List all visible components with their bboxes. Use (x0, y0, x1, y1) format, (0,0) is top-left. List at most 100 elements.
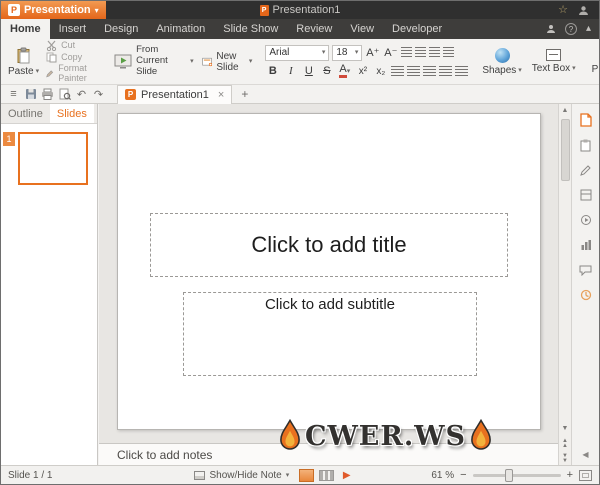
zoom-slider[interactable] (472, 468, 561, 482)
tab-outline[interactable]: Outline (1, 104, 50, 123)
document-tab[interactable]: P Presentation1 × (117, 84, 233, 104)
close-tab-icon[interactable]: × (218, 89, 224, 101)
normal-view-button[interactable] (299, 468, 315, 482)
font-size-select[interactable]: 18 ▾ (332, 44, 363, 61)
tab-outline-label: Outline (8, 107, 43, 120)
superscript-button[interactable]: x² (355, 64, 370, 79)
text-box-button[interactable]: Text Box ▾ (527, 41, 581, 82)
chevron-down-icon: ▾ (354, 49, 359, 56)
italic-button[interactable]: I (283, 64, 298, 79)
presentation-window: P Presentation ▾ P Presentation1 ☆ Home … (0, 0, 600, 485)
next-slide-button[interactable]: ▼ ▼ (559, 452, 571, 465)
fit-to-window-button[interactable] (579, 469, 592, 481)
shrink-font-button[interactable]: A⁻ (383, 45, 398, 60)
underline-button[interactable]: U (301, 64, 316, 79)
vertical-scrollbar[interactable]: ▲ ▼ ▲ ▲ ▼ ▼ (558, 104, 571, 465)
undo-button[interactable]: ↶ (73, 86, 90, 102)
collapse-ribbon-icon[interactable]: ▴ (586, 24, 591, 34)
tab-design[interactable]: Design (95, 19, 147, 39)
notes-pane[interactable]: Click to add notes (99, 443, 558, 465)
account-icon[interactable] (578, 5, 589, 16)
picture-button[interactable]: Picture (587, 41, 599, 82)
chevron-down-icon: ▾ (518, 66, 522, 74)
format-painter-button[interactable]: Format Painter (46, 62, 102, 84)
paste-icon (17, 47, 30, 63)
increase-indent-icon[interactable] (443, 47, 455, 58)
align-right-icon[interactable] (423, 65, 437, 77)
zoom-in-button[interactable]: + (567, 469, 573, 481)
help-icon[interactable]: ? (564, 23, 577, 35)
subscript-label: x₂ (376, 65, 386, 77)
cut-button[interactable]: Cut (46, 40, 102, 51)
previous-slide-button[interactable]: ▲ ▲ (559, 437, 571, 450)
align-left-icon[interactable] (391, 65, 405, 77)
subtitle-placeholder[interactable]: Click to add subtitle (183, 292, 477, 376)
subscript-button[interactable]: x₂ (373, 64, 388, 79)
slide-canvas[interactable]: Click to add title Click to add subtitle (117, 113, 541, 430)
chevron-down-icon: ▾ (190, 58, 194, 65)
tab-home[interactable]: Home (1, 19, 50, 39)
bold-button[interactable]: B (265, 64, 280, 79)
save-icon (25, 89, 36, 99)
new-slide-button[interactable]: New Slide ▾ (198, 41, 257, 82)
shapes-button[interactable]: Shapes ▾ (477, 41, 526, 82)
clipboard-pane-icon[interactable] (579, 138, 593, 152)
line-spacing-icon[interactable] (455, 65, 469, 77)
new-file-icon[interactable] (579, 113, 593, 127)
skin-icon[interactable]: ☆ (558, 4, 568, 16)
strikethrough-button[interactable]: S (319, 64, 334, 79)
paste-button[interactable]: Paste ▾ (3, 41, 44, 82)
tab-slide-show[interactable]: Slide Show (214, 19, 287, 39)
font-name-select[interactable]: Arial ▾ (265, 44, 330, 61)
format-painter-label: Format Painter (58, 62, 87, 83)
user-icon[interactable] (546, 24, 556, 34)
superscript-label: x² (358, 65, 368, 77)
zoom-out-button[interactable]: − (460, 469, 466, 481)
menu-icon[interactable]: ≡ (5, 86, 22, 102)
tab-insert[interactable]: Insert (50, 19, 96, 39)
format-pane-icon[interactable] (579, 163, 593, 177)
collapse-pane-icon[interactable]: ◀ (582, 450, 588, 459)
align-center-icon[interactable] (407, 65, 421, 77)
tab-view[interactable]: View (341, 19, 383, 39)
tab-slides[interactable]: Slides (49, 104, 94, 123)
justify-icon[interactable] (439, 65, 453, 77)
scroll-down-button[interactable]: ▼ (559, 422, 571, 435)
numbering-icon[interactable] (415, 47, 427, 58)
redo-button[interactable]: ↷ (90, 86, 107, 102)
animation-pane-icon[interactable] (579, 213, 593, 227)
comment-pane-icon[interactable] (579, 263, 593, 277)
grow-font-button[interactable]: A⁺ (365, 45, 380, 60)
save-button[interactable] (22, 86, 39, 102)
chevron-down-icon: ▾ (248, 58, 253, 65)
tab-developer[interactable]: Developer (383, 19, 451, 39)
tab-slides-label: Slides (56, 107, 87, 120)
print-button[interactable] (39, 86, 56, 102)
scroll-up-button[interactable]: ▲ (559, 104, 571, 117)
scrollbar-thumb[interactable] (561, 119, 570, 181)
print-preview-button[interactable] (56, 86, 73, 102)
decrease-indent-icon[interactable] (429, 47, 441, 58)
play-from-slide-icon (114, 54, 132, 69)
tab-animation[interactable]: Animation (147, 19, 214, 39)
slide-thumbnail[interactable] (18, 132, 88, 185)
tab-insert-label: Insert (58, 23, 87, 35)
layout-pane-icon[interactable] (579, 188, 593, 202)
show-hide-note-button[interactable]: Show/Hide Note ▾ (194, 470, 289, 481)
tab-review[interactable]: Review (287, 19, 341, 39)
bullets-icon[interactable] (401, 47, 413, 58)
title-placeholder[interactable]: Click to add title (150, 213, 508, 277)
new-tab-button[interactable]: + (236, 86, 253, 102)
zoom-slider-handle[interactable] (504, 468, 513, 482)
slideshow-button[interactable]: ▶ (339, 469, 354, 482)
font-color-button[interactable]: A ▾ (337, 64, 352, 79)
from-current-slide-button[interactable]: From Current Slide ▾ (110, 41, 198, 82)
chevron-down-icon: ▾ (35, 67, 40, 75)
shapes-label: Shapes (482, 64, 517, 76)
chart-pane-icon[interactable] (579, 238, 593, 252)
copy-button[interactable]: Copy (46, 52, 102, 63)
backup-pane-icon[interactable] (579, 288, 593, 302)
from-current-slide-label: From Current Slide (136, 44, 168, 77)
app-menu-button[interactable]: P Presentation ▾ (1, 1, 106, 19)
slide-sorter-view-button[interactable] (319, 469, 335, 481)
